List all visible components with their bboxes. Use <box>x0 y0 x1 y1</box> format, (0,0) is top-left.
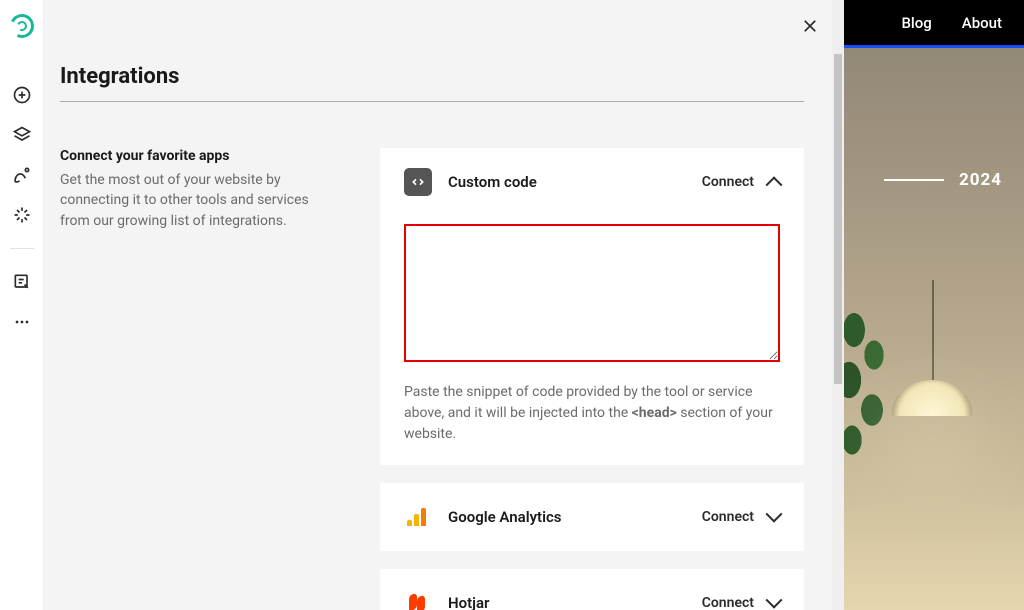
connect-button-hotjar[interactable]: Connect <box>702 595 780 610</box>
close-button[interactable] <box>798 14 822 38</box>
integration-card-hotjar: Hotjar Connect <box>380 569 804 610</box>
rail-divider <box>10 248 34 249</box>
lamp-decor <box>872 280 992 480</box>
site-preview: Blog About 2024 <box>844 0 1024 610</box>
google-analytics-icon <box>404 503 432 531</box>
nav-link-blog[interactable]: Blog <box>901 14 931 32</box>
year-divider <box>884 179 944 181</box>
chevron-down-icon <box>768 511 780 523</box>
connect-label: Connect <box>702 174 754 190</box>
code-icon <box>404 168 432 196</box>
nav-link-about[interactable]: About <box>962 14 1002 32</box>
chevron-up-icon <box>768 176 780 188</box>
panel-scrollbar[interactable] <box>832 0 844 610</box>
left-tool-rail <box>0 0 44 610</box>
preview-navbar: Blog About <box>844 0 1024 48</box>
custom-code-helper: Paste the snippet of code provided by th… <box>404 382 780 445</box>
design-icon[interactable] <box>11 164 33 186</box>
panel-scroll[interactable]: Integrations Connect your favorite apps … <box>44 0 832 610</box>
form-icon[interactable] <box>11 271 33 293</box>
integration-title: Hotjar <box>448 594 686 610</box>
intro-block: Connect your favorite apps Get the most … <box>60 148 340 610</box>
layers-icon[interactable] <box>11 124 33 146</box>
intro-body: Get the most out of your website by conn… <box>60 170 340 231</box>
chevron-down-icon <box>768 597 780 609</box>
connect-button-google-analytics[interactable]: Connect <box>702 509 780 525</box>
connect-label: Connect <box>702 509 754 525</box>
app-logo[interactable] <box>6 11 37 42</box>
integration-card-google-analytics: Google Analytics Connect <box>380 483 804 551</box>
add-icon[interactable] <box>11 84 33 106</box>
sparkle-icon[interactable] <box>11 204 33 226</box>
title-divider <box>60 101 804 102</box>
integration-title: Google Analytics <box>448 508 686 526</box>
intro-heading: Connect your favorite apps <box>60 148 340 164</box>
connect-label: Connect <box>702 595 754 610</box>
settings-panel: Integrations Connect your favorite apps … <box>44 0 844 610</box>
connect-button-custom-code[interactable]: Connect <box>702 174 780 190</box>
integration-card-custom-code: Custom code Connect Paste the snippet of… <box>380 148 804 465</box>
year-label: 2024 <box>959 170 1002 190</box>
more-icon[interactable] <box>11 311 33 333</box>
custom-code-textarea[interactable] <box>404 224 780 362</box>
helper-tag: <head> <box>632 405 677 421</box>
scrollbar-thumb[interactable] <box>834 54 842 384</box>
integration-list: Custom code Connect Paste the snippet of… <box>380 148 804 610</box>
page-title: Integrations <box>60 64 804 89</box>
integration-title: Custom code <box>448 173 686 191</box>
hotjar-icon <box>404 589 432 610</box>
